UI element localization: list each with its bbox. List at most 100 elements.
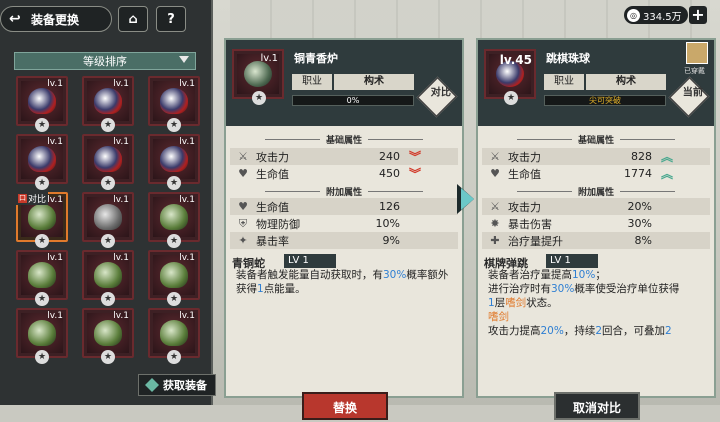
star-icon: ★ [101, 350, 115, 364]
equipment-icon [160, 146, 188, 172]
equipment-card[interactable]: lv.1 ★ [16, 250, 68, 306]
star-icon: ★ [252, 91, 266, 105]
help-button[interactable]: ? [156, 6, 186, 32]
card-level: lv.1 [47, 253, 63, 263]
current-item-portrait: lv.45 ★ [484, 49, 536, 105]
attr-row: ⛨ 物理防御 10% [230, 215, 458, 232]
card-level: lv.1 [113, 79, 129, 89]
card-level: lv.1 [47, 79, 63, 89]
star-icon: ★ [101, 234, 115, 248]
sword-icon: ⚔ [490, 149, 500, 163]
attr-row: ⚔ 攻击力 240 ︾ [230, 148, 458, 165]
plus-icon: + [691, 5, 705, 24]
replace-button[interactable]: 替换 [302, 392, 388, 420]
equipped-avatar [686, 42, 708, 64]
equipment-icon [94, 262, 122, 288]
attr-value: 450 [379, 167, 400, 180]
star-icon: ★ [167, 292, 181, 306]
equipment-card[interactable]: lv.1 ★ [148, 308, 200, 364]
star-icon: ★ [167, 176, 181, 190]
equipment-card[interactable]: lv.1 ★ [16, 308, 68, 364]
current-item-panel: lv.45 ★ 跳棋珠球 已穿戴 职业 构术 尖可突破 当前 基础属性 ⚔ 攻击力… [476, 38, 716, 420]
attr-row: ♥ 生命值 1774 ︽ [482, 165, 710, 182]
attr-label: 生命值 [256, 200, 289, 214]
item-name: 铜青香炉 [294, 52, 338, 65]
sort-dropdown[interactable]: 等级排序 [14, 52, 196, 70]
attr-row: ♥ 生命值 126 [230, 198, 458, 215]
equipment-card[interactable]: lv.1 ★ 口对比 [16, 192, 68, 248]
attr-row: ♥ 生命值 450 ︾ [230, 165, 458, 182]
heart-icon: ♥ [238, 166, 248, 180]
equipment-icon [28, 262, 56, 288]
job-label: 职业 [292, 74, 332, 90]
card-level: lv.1 [179, 253, 195, 263]
card-level: lv.1 [179, 195, 195, 205]
card-level: lv.1 [47, 137, 63, 147]
add-currency-button[interactable]: + [689, 6, 707, 24]
equipment-card[interactable]: lv.1 ★ [82, 76, 134, 132]
equipment-card[interactable]: lv.1 ★ [16, 76, 68, 132]
attr-row: ⚔ 攻击力 828 ︽ [482, 148, 710, 165]
progress-bar: 0% [292, 95, 414, 106]
skill-level: LV 1 [284, 254, 336, 268]
coin-icon: ◎ [627, 8, 640, 22]
incense-burner-icon [244, 61, 272, 87]
sword-icon: ⚔ [238, 149, 248, 163]
equipment-icon [28, 146, 56, 172]
attr-value: 9% [382, 234, 400, 247]
equipment-card[interactable]: lv.1 ★ [16, 134, 68, 190]
compare-tag: 对比 [416, 76, 458, 118]
cancel-compare-button[interactable]: 取消对比 [554, 392, 640, 420]
current-tag: 当前 [668, 76, 710, 118]
progress-text: 0% [346, 96, 360, 105]
item-level: lv.45 [499, 53, 532, 67]
card-level: lv.1 [179, 137, 195, 147]
attr-value: 20% [627, 200, 652, 213]
equipped-label: 已穿戴 [684, 67, 705, 75]
equipment-icon [94, 88, 122, 114]
equipment-card[interactable]: lv.1 ★ [148, 250, 200, 306]
card-level: lv.1 [113, 311, 129, 321]
compare-badge: 口对比 [16, 192, 49, 205]
attr-value: 240 [379, 150, 400, 163]
attr-row: ✸ 暴击伤害 30% [482, 215, 710, 232]
equipment-card[interactable]: lv.1 ★ [82, 134, 134, 190]
page-title: 装备更换 [31, 12, 80, 27]
equipment-grid: lv.1 ★ lv.1 ★ lv.1 ★ lv.1 ★ lv.1 ★ lv.1 ★ lv.1 ★ 口对比 lv… [16, 76, 200, 366]
obtain-label: 获取装备 [163, 379, 207, 392]
obtain-equipment-button[interactable]: 获取装备 [138, 374, 216, 396]
star-icon: ★ [167, 118, 181, 132]
equipment-card[interactable]: lv.1 ★ [148, 134, 200, 190]
home-icon: ⌂ [128, 11, 138, 27]
equipment-card[interactable]: lv.1 ★ [148, 76, 200, 132]
equipment-icon [28, 204, 56, 230]
star-icon: ★ [167, 234, 181, 248]
star-icon: ★ [35, 176, 49, 190]
card-level: lv.1 [113, 195, 129, 205]
currency-display: ◎ 334.5万 [624, 6, 688, 24]
back-arrow-icon: ↩ [9, 11, 21, 27]
back-button[interactable]: ↩ 装备更换 [0, 6, 112, 32]
diamond-icon [145, 378, 159, 392]
equipment-card[interactable]: lv.1 ★ [82, 250, 134, 306]
job-value: 构术 [586, 74, 666, 90]
equipment-icon [94, 204, 122, 230]
card-level: lv.1 [113, 137, 129, 147]
current-item-header: lv.45 ★ 跳棋珠球 已穿戴 职业 构术 尖可突破 当前 [478, 40, 714, 126]
job-value: 构术 [334, 74, 414, 90]
equipment-card[interactable]: lv.1 ★ [148, 192, 200, 248]
attr-row: ✚ 治疗量提升 8% [482, 232, 710, 249]
star-icon: ★ [101, 292, 115, 306]
star-icon: ★ [167, 350, 181, 364]
attr-value: 828 [631, 150, 652, 163]
help-icon: ? [167, 11, 175, 27]
equipment-icon [94, 320, 122, 346]
equipment-card[interactable]: lv.1 ★ [82, 192, 134, 248]
equipment-card[interactable]: lv.1 ★ [82, 308, 134, 364]
burst-icon: ✸ [490, 216, 500, 230]
attr-label: 治疗量提升 [508, 234, 563, 248]
star-icon: ★ [101, 176, 115, 190]
extra-attr-title: 附加属性 [482, 184, 710, 198]
attr-label: 暴击伤害 [508, 217, 552, 231]
home-button[interactable]: ⌂ [118, 6, 148, 32]
